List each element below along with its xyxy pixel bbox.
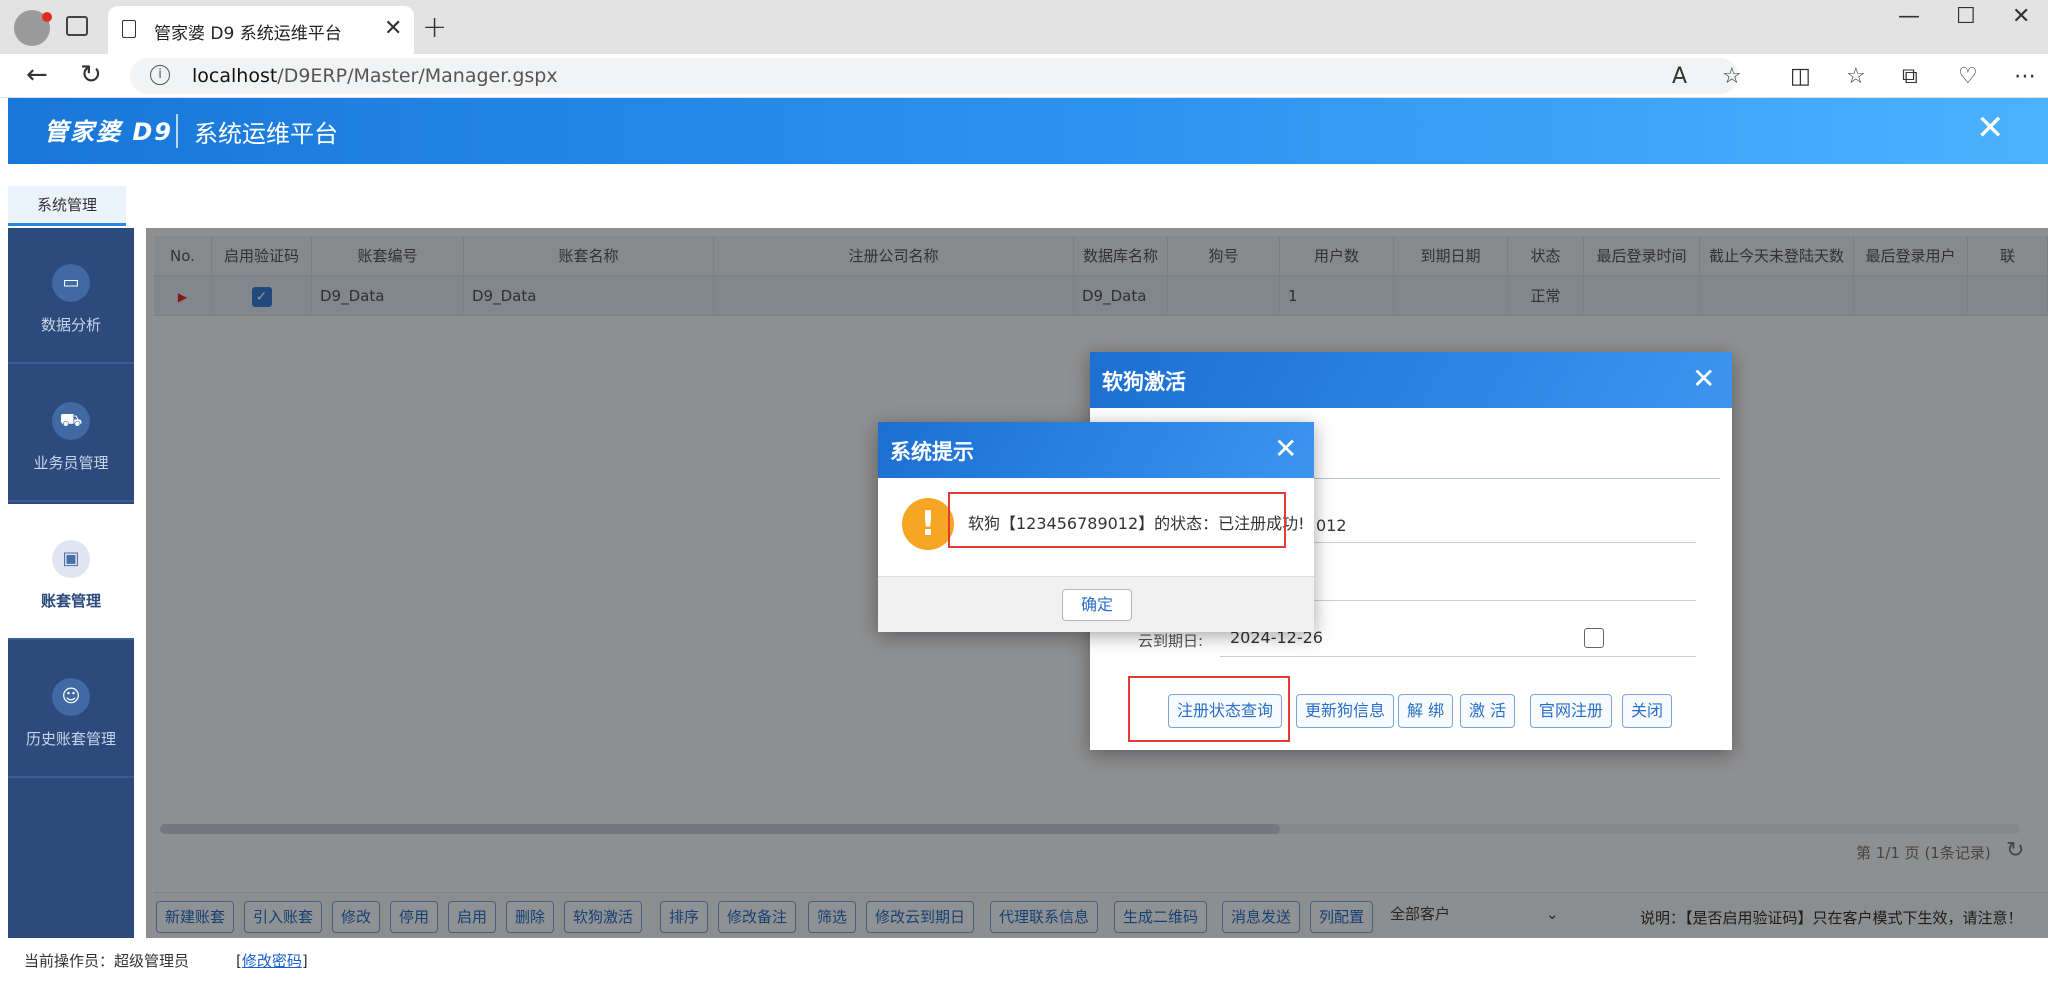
highlight-box [948,492,1286,548]
tab-actions-icon[interactable] [66,16,88,36]
current-operator: 当前操作员：超级管理员 [24,952,190,970]
close-icon[interactable]: ✕ [1692,362,1715,395]
sidebar-item-data-analysis[interactable]: ▭ 数据分析 [8,228,134,364]
tab-system-management[interactable]: 系统管理 [8,186,126,226]
collections-icon[interactable]: ⧉ [1902,64,1918,89]
dialog-footer: 确定 [878,576,1314,632]
split-screen-icon[interactable]: ◫ [1790,64,1811,89]
sidebar-item-label: 数据分析 [40,316,101,334]
brand-logo: 管家婆 D9 [44,118,173,146]
profile-avatar[interactable] [14,10,52,46]
dialog-title: 系统提示 [890,440,974,464]
app-close-icon[interactable]: ✕ [1976,108,2005,148]
browser-tab-bar: 管家婆 D9 系统运维平台 ✕ + — ☐ ✕ [0,0,2048,54]
system-tip-dialog: 系统提示 ✕ ! 软狗【123456789012】的状态：已注册成功! 确定 [878,422,1314,632]
close-icon[interactable]: ✕ [1274,432,1297,465]
sidebar-item-label: 账套管理 [40,592,101,610]
cart-icon: ⛟ [52,402,90,440]
close-button[interactable]: 关闭 [1622,694,1673,728]
back-icon[interactable]: ← [26,60,48,90]
maximize-icon[interactable]: ☐ [1956,4,1976,29]
address-bar: ← ↻ i localhost/D9ERP/Master/Manager.gsp… [0,54,2048,98]
dog-number-field[interactable]: 012 [1316,516,1347,535]
cloud-expire-label: 云到期日: [1138,632,1204,650]
chart-icon: ▭ [52,264,90,302]
status-bar: 当前操作员：超级管理员 [修改密码] [8,938,2048,982]
performance-icon[interactable]: ♡ [1958,64,1978,89]
tab-title: 管家婆 D9 系统运维平台 [154,24,342,44]
dialog-title: 软狗激活 [1102,370,1186,394]
read-aloud-icon[interactable]: A [1672,64,1687,89]
dialog-header: 系统提示 ✕ [878,422,1314,478]
calendar-icon[interactable] [1584,628,1604,648]
browser-tab[interactable]: 管家婆 D9 系统运维平台 ✕ [108,6,414,54]
tab-close-icon[interactable]: ✕ [384,16,402,41]
briefcase-icon: ▣ [52,540,90,578]
web-register-button[interactable]: 官网注册 [1530,694,1613,728]
update-dog-button[interactable]: 更新狗信息 [1296,694,1395,728]
header-divider [176,114,178,148]
minimize-icon[interactable]: — [1898,4,1920,29]
sidebar-item-label: 业务员管理 [33,454,109,472]
change-password-link[interactable]: 修改密码 [242,952,302,970]
warning-icon: ! [902,498,954,550]
new-tab-icon[interactable]: + [422,10,447,45]
platform-title: 系统运维平台 [194,120,338,148]
page-icon [122,20,136,38]
app-header: 管家婆 D9 系统运维平台 ✕ [8,98,2048,164]
dialog-header: 软狗激活 ✕ [1090,352,1732,408]
field-underline [1220,656,1696,657]
site-info-icon[interactable]: i [150,65,170,85]
query-status-button[interactable]: 注册状态查询 [1168,694,1283,728]
sidebar-item-salesman[interactable]: ⛟ 业务员管理 [8,366,134,502]
more-menu-icon[interactable]: ⋯ [2014,64,2036,89]
favorites-icon[interactable]: ☆ [1846,64,1866,89]
ok-button[interactable]: 确定 [1062,589,1132,621]
reload-icon[interactable]: ↻ [80,60,102,90]
sidebar: ▭ 数据分析 ⛟ 业务员管理 ▣ 账套管理 ☺ 历史账套管理 [8,228,134,938]
change-password: [修改密码] [236,952,308,970]
activate-button[interactable]: 激 活 [1460,694,1516,728]
menu-bar: 系统管理 [8,164,2048,226]
sidebar-item-label: 历史账套管理 [25,730,116,748]
url-field[interactable]: i localhost/D9ERP/Master/Manager.gspx [130,58,1738,94]
window-close-icon[interactable]: ✕ [2012,4,2030,29]
user-gear-icon: ☺ [52,678,90,716]
sidebar-item-account-set[interactable]: ▣ 账套管理 [8,504,134,640]
favorite-star-icon[interactable]: ☆ [1722,64,1742,89]
unbind-button[interactable]: 解 绑 [1398,694,1454,728]
url-text: localhost/D9ERP/Master/Manager.gspx [192,65,558,87]
sidebar-item-history[interactable]: ☺ 历史账套管理 [8,642,134,778]
